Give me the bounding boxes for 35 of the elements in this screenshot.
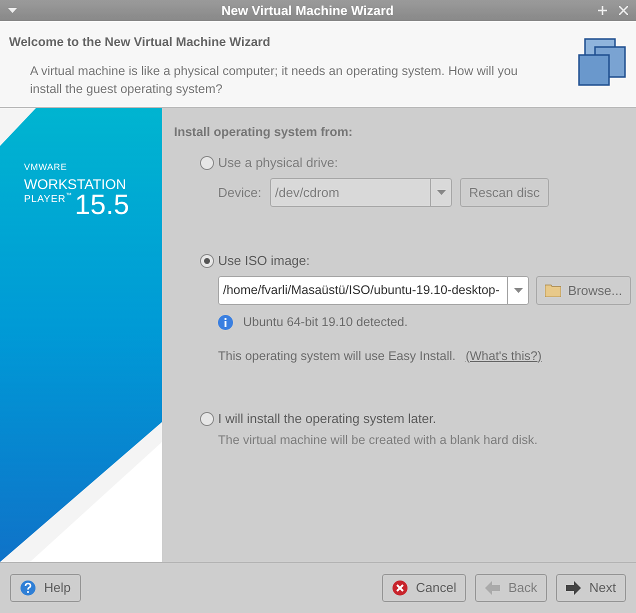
brand-company: VMWARE xyxy=(24,163,68,172)
folder-icon xyxy=(545,284,561,297)
option-label: Use ISO image: xyxy=(218,252,310,270)
option-label: I will install the operating system later. xyxy=(218,410,436,428)
brand-edition: PLAYER xyxy=(24,195,66,205)
window-title: New Virtual Machine Wizard xyxy=(220,2,395,20)
close-icon xyxy=(392,580,408,596)
arrow-right-icon xyxy=(566,581,582,595)
close-icon[interactable] xyxy=(619,6,628,15)
brand-version: 15.5 xyxy=(74,191,130,219)
whats-this-link[interactable]: (What's this?) xyxy=(466,346,542,366)
section-label: Install operating system from: xyxy=(174,124,354,141)
info-icon xyxy=(218,314,233,330)
header-title: Welcome to the New Virtual Machine Wizard xyxy=(9,34,272,51)
caret-icon xyxy=(436,190,446,196)
menu-icon[interactable] xyxy=(8,8,17,13)
radio-button[interactable] xyxy=(200,254,214,268)
caret-icon xyxy=(514,288,522,293)
option-description: The virtual machine will be created with a blank hard disk. xyxy=(217,432,539,449)
easy-install-note: This operating system will use Easy Install. xyxy=(218,348,456,365)
arrow-left-icon xyxy=(485,581,500,595)
virtual-machines-icon xyxy=(578,38,626,86)
browse-button[interactable]: Browse... xyxy=(536,276,632,305)
iso-path-dropdown[interactable]: /home/fvarli/Masaüstü/ISO/ubuntu-19.10-desktop- xyxy=(218,276,529,305)
cancel-button[interactable]: Cancel xyxy=(382,574,466,602)
brand-product: WORKSTATION xyxy=(24,177,128,191)
plus-icon[interactable] xyxy=(598,6,607,15)
header-description: A virtual machine is like a physical computer; it needs an operating system. How will you install the guest operating system? xyxy=(29,62,519,98)
help-button[interactable]: Help xyxy=(10,574,81,602)
radio-button[interactable] xyxy=(200,412,214,426)
device-label: Device: xyxy=(218,184,262,202)
option-label: Use a physical drive: xyxy=(218,154,338,172)
detection-message: Ubuntu 64-bit 19.10 detected. xyxy=(243,314,408,331)
help-icon xyxy=(20,580,36,596)
next-button[interactable]: Next xyxy=(556,574,626,602)
